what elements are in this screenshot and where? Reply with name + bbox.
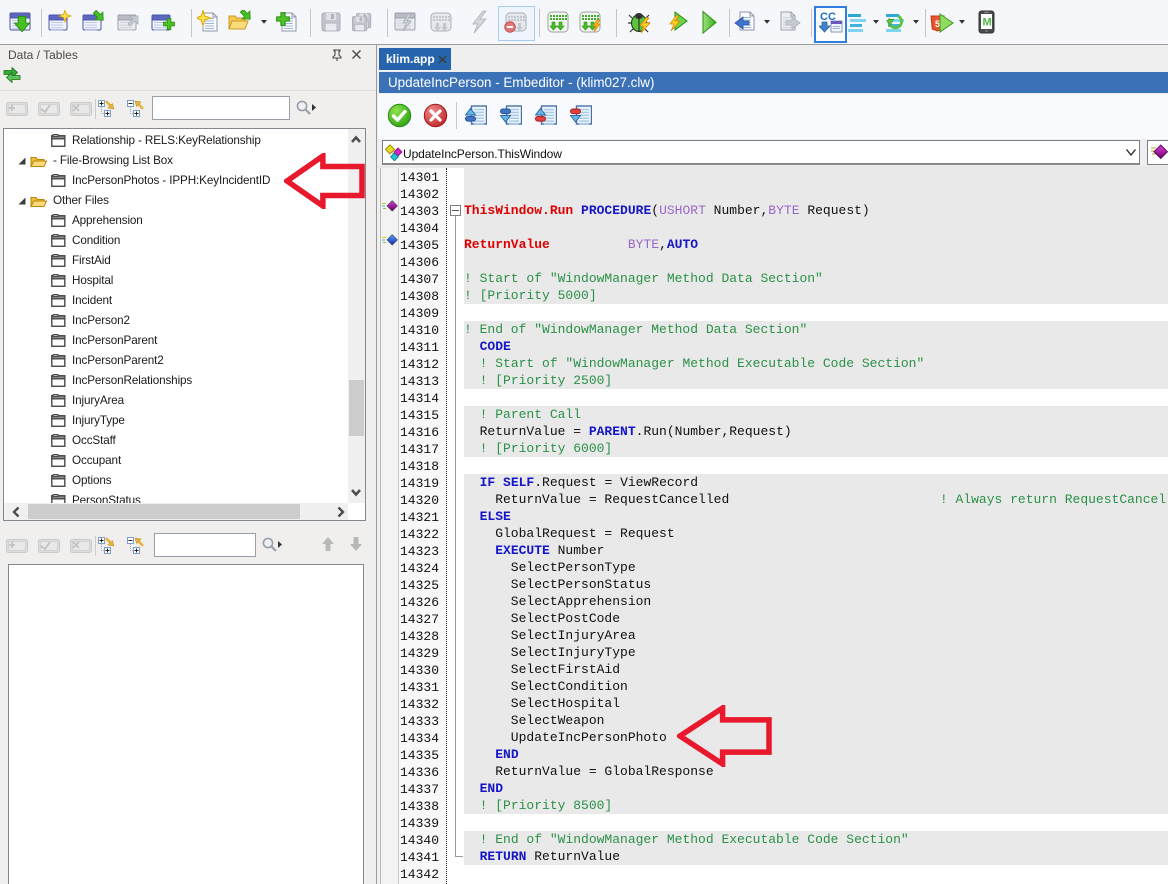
svg-text:M: M <box>983 17 992 29</box>
svg-text:5: 5 <box>935 19 940 29</box>
